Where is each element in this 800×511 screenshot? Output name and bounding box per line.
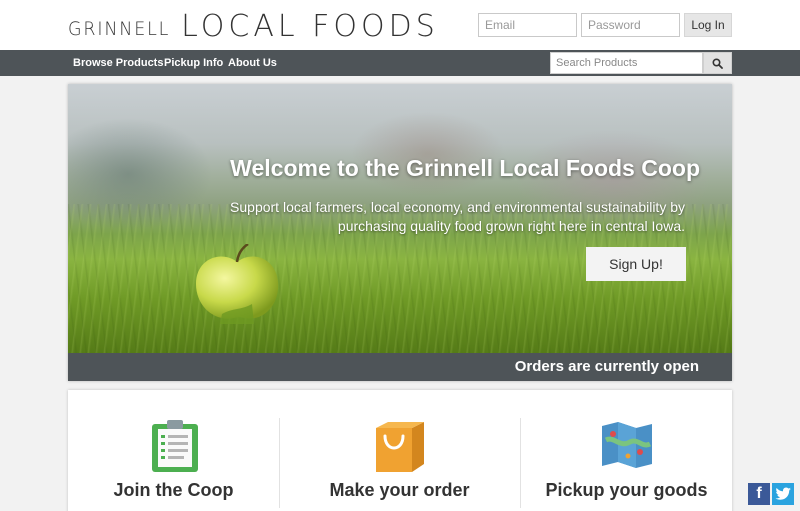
- nav-pickup-info[interactable]: Pickup Info: [164, 50, 223, 76]
- hero-subtitle-line-2: purchasing quality food grown right here…: [337, 218, 685, 234]
- hero-title: Welcome to the Grinnell Local Foods Coop: [230, 155, 700, 181]
- apple-image: [196, 244, 279, 324]
- header: GRINNELL LOCAL FOODS Log In: [0, 0, 800, 50]
- order-status-text: Orders are currently open: [514, 358, 699, 375]
- hero-banner: Welcome to the Grinnell Local Foods Coop…: [68, 84, 732, 381]
- twitter-button[interactable]: [772, 483, 794, 505]
- logo-word-local-foods: LOCAL FOODS: [181, 9, 439, 44]
- login-button[interactable]: Log In: [684, 13, 732, 37]
- clipboard-icon[interactable]: [148, 418, 202, 472]
- hero-subtitle: Support local farmers, local economy, an…: [225, 198, 685, 236]
- logo-word-grinnell: GRINNELL: [68, 18, 171, 40]
- search-input[interactable]: [550, 52, 703, 74]
- nav-about-us[interactable]: About Us: [228, 50, 277, 76]
- order-status-bar: Orders are currently open: [68, 353, 732, 381]
- facebook-button[interactable]: f: [748, 483, 770, 505]
- signup-button[interactable]: Sign Up!: [586, 247, 686, 281]
- features-panel: Join the Coop Make your order Pickup you…: [68, 390, 732, 511]
- map-icon[interactable]: [600, 418, 654, 472]
- email-field[interactable]: [478, 13, 577, 37]
- nav-browse-products[interactable]: Browse Products: [73, 50, 163, 76]
- main-nav: Browse Products Pickup Info About Us: [0, 50, 800, 76]
- shopping-bag-icon[interactable]: [374, 418, 428, 472]
- hero-subtitle-line-1: Support local farmers, local economy, an…: [230, 199, 685, 215]
- feature-label-order[interactable]: Make your order: [289, 480, 510, 501]
- twitter-icon: [775, 487, 791, 500]
- feature-label-pickup[interactable]: Pickup your goods: [516, 480, 737, 501]
- feature-label-join[interactable]: Join the Coop: [63, 480, 284, 501]
- facebook-icon: f: [756, 485, 762, 502]
- search-button[interactable]: [703, 52, 732, 74]
- site-logo[interactable]: GRINNELL LOCAL FOODS: [68, 8, 439, 42]
- password-field[interactable]: [581, 13, 680, 37]
- search-icon: [712, 57, 723, 69]
